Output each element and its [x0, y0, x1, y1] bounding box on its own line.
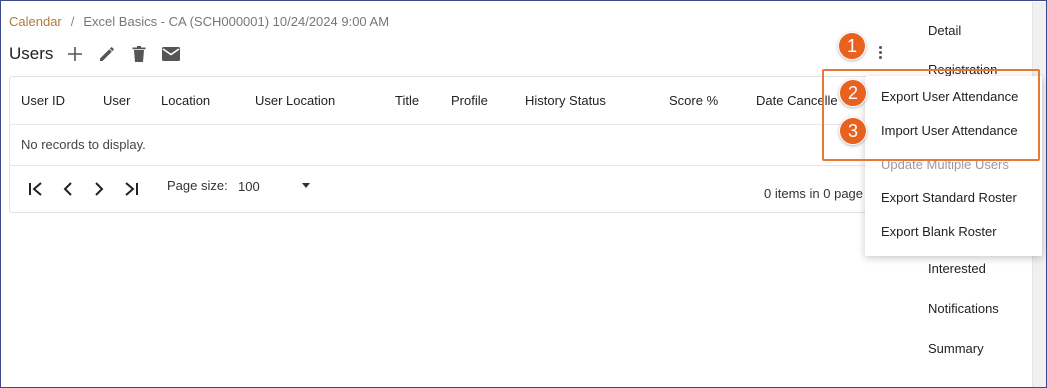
callout-badge-3: 3 [839, 117, 867, 145]
chevron-down-icon [302, 183, 310, 188]
envelope-icon[interactable] [160, 43, 182, 65]
column-score[interactable]: Score % [669, 93, 718, 108]
plus-icon[interactable] [64, 43, 86, 65]
side-item-interested[interactable]: Interested [928, 261, 986, 276]
callout-badge-1: 1 [838, 32, 866, 60]
menu-item-export-standard-roster[interactable]: Export Standard Roster [881, 190, 1017, 205]
column-user-id[interactable]: User ID [21, 93, 65, 108]
breadcrumb-current: Excel Basics - CA (SCH000001) 10/24/2024… [83, 14, 390, 29]
pencil-icon[interactable] [96, 43, 118, 65]
breadcrumb-separator: / [70, 14, 75, 29]
first-page-icon[interactable] [26, 178, 46, 200]
column-history-status[interactable]: History Status [525, 93, 606, 108]
trash-icon[interactable] [128, 43, 150, 65]
prev-page-icon[interactable] [58, 178, 78, 200]
more-options-icon[interactable] [873, 41, 887, 63]
page-size-label: Page size: [167, 178, 228, 193]
menu-item-export-blank-roster[interactable]: Export Blank Roster [881, 224, 997, 239]
grid-header: User ID User Location User Location Titl… [10, 77, 878, 125]
column-user-location[interactable]: User Location [255, 93, 335, 108]
page-size-select[interactable]: 100 [236, 174, 316, 198]
page-size-value: 100 [238, 178, 260, 194]
side-item-notifications[interactable]: Notifications [928, 301, 999, 316]
side-item-detail[interactable]: Detail [928, 23, 961, 38]
breadcrumb: Calendar / Excel Basics - CA (SCH000001) 1… [9, 14, 389, 29]
last-page-icon[interactable] [121, 178, 141, 200]
callout-badge-2: 2 [839, 79, 867, 107]
items-info: 0 items in 0 page [764, 186, 864, 201]
grid-pager: Page size: 100 0 items in 0 page [10, 165, 878, 212]
column-title[interactable]: Title [395, 93, 419, 108]
column-location[interactable]: Location [161, 93, 210, 108]
column-profile[interactable]: Profile [451, 93, 488, 108]
next-page-icon[interactable] [89, 178, 109, 200]
page-title: Users [9, 44, 54, 63]
users-toolbar: Users [9, 41, 187, 67]
breadcrumb-calendar-link[interactable]: Calendar [9, 14, 62, 29]
column-user[interactable]: User [103, 93, 130, 108]
users-grid: User ID User Location User Location Titl… [9, 76, 879, 213]
app-frame: Calendar / Excel Basics - CA (SCH000001) 1… [0, 0, 1047, 388]
side-item-summary[interactable]: Summary [928, 341, 984, 356]
empty-message: No records to display. [21, 137, 146, 152]
